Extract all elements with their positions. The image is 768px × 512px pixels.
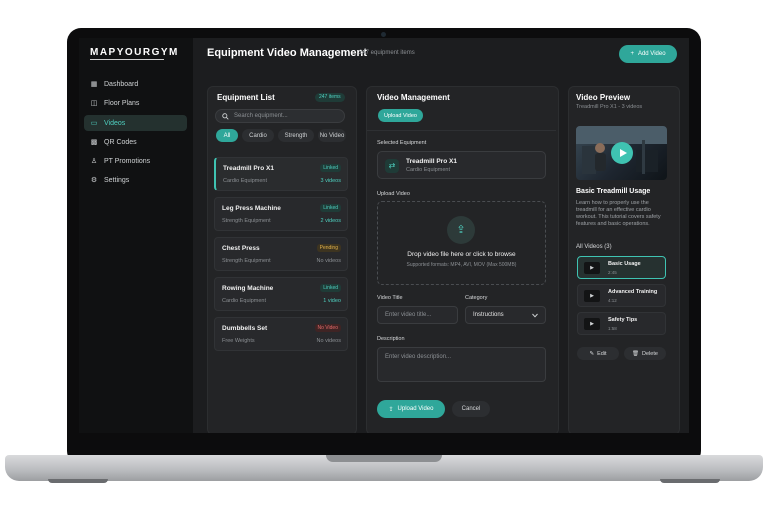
video-list-item[interactable]: ▶ Basic Usage 2:45 [577, 256, 666, 279]
video-name: Safety Tips [608, 317, 638, 323]
video-name: Advanced Training [608, 289, 658, 295]
video-list-item[interactable]: ▶ Advanced Training 4:12 [577, 284, 666, 307]
upload-video-button[interactable]: ⇪ Upload Video [377, 400, 445, 418]
equipment-name: Chest Press [222, 245, 260, 252]
filter-chip-no-video[interactable]: No Video [318, 129, 346, 142]
divider [367, 130, 556, 131]
equipment-category: Cardio Equipment [222, 298, 267, 304]
upload-icon: ⇪ [447, 216, 475, 244]
selected-equipment-card[interactable]: ⇄ Treadmill Pro X1 Cardio Equipment [377, 151, 546, 179]
laptop-foot-left [48, 479, 108, 483]
category-label: Category [465, 295, 488, 301]
status-badge: Linked [320, 204, 341, 212]
play-button[interactable] [611, 142, 633, 164]
equipment-name: Rowing Machine [222, 285, 274, 292]
equipment-category: Cardio Equipment [223, 178, 268, 184]
search-icon [222, 112, 229, 120]
equipment-item[interactable]: Rowing Machine Cardio Equipment Linked 1… [214, 277, 348, 311]
equipment-item[interactable]: Treadmill Pro X1 Cardio Equipment Linked… [214, 157, 348, 191]
video-title-placeholder: Enter video title... [385, 312, 432, 318]
all-videos-label: All Videos (3) [576, 244, 612, 250]
video-count: No videos [316, 258, 341, 264]
preview-video-title: Basic Treadmill Usage [576, 188, 651, 195]
video-title-label: Video Title [377, 295, 403, 301]
upload-video-label: Upload Video [377, 191, 410, 197]
description-textarea[interactable]: Enter video description... [377, 347, 546, 382]
equipment-item[interactable]: Dumbbells Set Free Weights No Video No v… [214, 317, 348, 351]
link-icon: ⇄ [385, 159, 399, 173]
video-duration: 4:12 [608, 298, 617, 303]
equipment-name: Treadmill Pro X1 [223, 165, 274, 172]
chevron-down-icon [532, 313, 538, 318]
delete-button[interactable]: 🗑 Delete [624, 347, 666, 360]
play-icon: ▶ [584, 318, 600, 330]
equipment-category: Free Weights [222, 338, 255, 344]
video-duration: 2:45 [608, 270, 617, 275]
status-badge: Pending [316, 244, 341, 252]
video-count: 1 video [323, 298, 341, 304]
video-name: Basic Usage [608, 261, 641, 267]
description-placeholder: Enter video description... [385, 354, 452, 360]
play-icon [620, 149, 627, 157]
trash-icon: 🗑 [632, 350, 640, 357]
play-icon: ▶ [584, 262, 600, 274]
dropzone-formats: Supported formats: MP4, AVI, MOV (Max 50… [406, 262, 517, 268]
upload-icon-small: ⇪ [388, 406, 394, 413]
video-duration: 1:58 [608, 326, 617, 331]
status-badge: No Video [314, 324, 341, 332]
status-badge: Linked [320, 284, 341, 292]
equipment-category: Strength Equipment [222, 218, 271, 224]
cancel-button[interactable]: Cancel [452, 401, 490, 417]
selected-equipment-label: Selected Equipment [377, 140, 427, 146]
search-placeholder: Search equipment... [234, 113, 288, 119]
video-count: 3 videos [320, 178, 342, 184]
video-count: 2 videos [320, 218, 342, 224]
filter-chip-strength[interactable]: Strength [278, 129, 314, 142]
camera-dot [381, 32, 386, 37]
equipment-item[interactable]: Leg Press Machine Strength Equipment Lin… [214, 197, 348, 231]
video-management-title: Video Management [377, 93, 450, 102]
category-select[interactable]: Instructions [465, 306, 546, 324]
edit-icon: ✎ [589, 350, 595, 357]
equipment-category: Strength Equipment [222, 258, 271, 264]
video-title-input[interactable]: Enter video title... [377, 306, 458, 324]
dropzone-title: Drop video file here or click to browse [407, 251, 516, 258]
equipment-count-badge: 247 items [315, 93, 345, 102]
video-preview-subtitle: Treadmill Pro X1 - 3 videos [576, 104, 643, 110]
search-input[interactable]: Search equipment... [215, 109, 345, 123]
description-label: Description [377, 336, 405, 342]
selected-equipment-category: Cardio Equipment [406, 167, 451, 173]
equipment-item[interactable]: Chest Press Strength Equipment Pending N… [214, 237, 348, 271]
filter-chip-cardio[interactable]: Cardio [242, 129, 274, 142]
selected-equipment-name: Treadmill Pro X1 [406, 158, 457, 165]
category-value: Instructions [473, 312, 504, 318]
equipment-name: Leg Press Machine [222, 205, 281, 212]
upload-video-button-label: Upload Video [397, 406, 434, 412]
upload-video-tab[interactable]: Upload Video [378, 109, 423, 122]
status-badge: Linked [320, 164, 341, 172]
equipment-list-title: Equipment List [217, 93, 275, 102]
equipment-name: Dumbbells Set [222, 325, 268, 332]
preview-video-description: Learn how to properly use the treadmill … [576, 200, 661, 227]
video-count: No videos [316, 338, 341, 344]
edit-button-label: Edit [597, 350, 607, 357]
laptop-notch [326, 455, 442, 462]
edit-button[interactable]: ✎ Edit [577, 347, 619, 360]
filter-chip-all[interactable]: All [216, 129, 238, 142]
play-icon: ▶ [584, 290, 600, 302]
laptop-foot-right [660, 479, 720, 483]
main-content: Equipment List 247 items Search equipmen… [79, 38, 689, 433]
video-list-item[interactable]: ▶ Safety Tips 1:58 [577, 312, 666, 335]
delete-button-label: Delete [642, 350, 658, 357]
video-preview-title: Video Preview [576, 93, 631, 102]
